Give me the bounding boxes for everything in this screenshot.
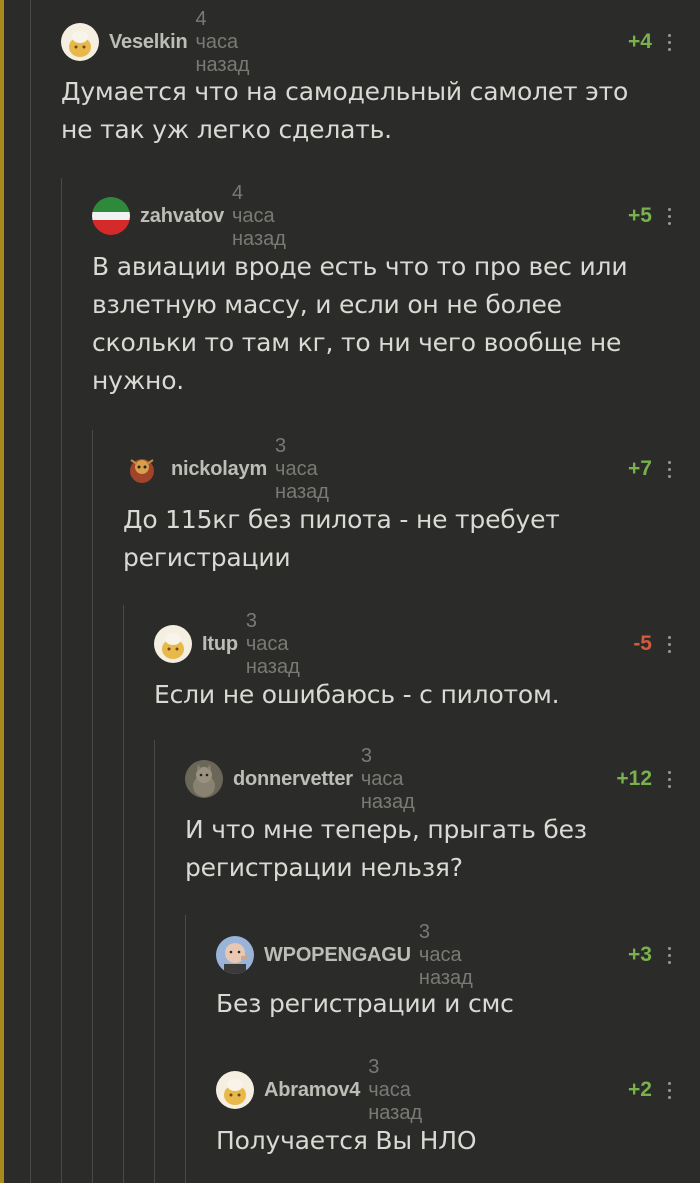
thread-line-2[interactable] bbox=[61, 178, 62, 1183]
comment-time[interactable]: 3 часа назад bbox=[419, 921, 473, 990]
comment-header: zahvatov 4 часа назад bbox=[92, 182, 286, 250]
comment-text: Думается что на самодельный самолет это … bbox=[61, 77, 629, 144]
author-name[interactable]: donnervetter bbox=[233, 768, 353, 791]
thread-line-5[interactable] bbox=[154, 740, 155, 1183]
avatar[interactable] bbox=[185, 760, 223, 798]
avatar[interactable] bbox=[123, 450, 161, 488]
comment-rating: +3 bbox=[628, 943, 652, 966]
more-options-icon[interactable] bbox=[659, 32, 679, 53]
comment-header: WPOPENGAGU 3 часа назад bbox=[216, 921, 473, 989]
comment-time[interactable]: 4 часа назад bbox=[195, 8, 249, 77]
avatar[interactable] bbox=[61, 23, 99, 61]
comment-text: Если не ошибаюсь - с пилотом. bbox=[154, 680, 560, 709]
thread-line-1[interactable] bbox=[30, 0, 31, 1183]
more-options-icon[interactable] bbox=[659, 945, 679, 966]
comment-text: И что мне теперь, прыгать без регистраци… bbox=[185, 815, 587, 882]
comment-time[interactable]: 3 часа назад bbox=[275, 435, 329, 504]
comment-text: В авиации вроде есть что то про вес или … bbox=[92, 252, 628, 395]
comment-rating: +5 bbox=[628, 204, 652, 227]
author-name[interactable]: zahvatov bbox=[140, 205, 224, 228]
comment-text: Без регистрации и смс bbox=[216, 989, 514, 1018]
comment-time[interactable]: 3 часа назад bbox=[246, 610, 300, 679]
thread-highlight-bar bbox=[0, 0, 4, 1183]
comment-time[interactable]: 3 часа назад bbox=[368, 1056, 422, 1125]
comment-rating: +4 bbox=[628, 30, 652, 53]
comment-header: nickolaym 3 часа назад bbox=[123, 435, 329, 503]
comment-header: donnervetter 3 часа назад bbox=[185, 745, 415, 813]
comment-time[interactable]: 3 часа назад bbox=[361, 745, 415, 814]
author-name[interactable]: nickolaym bbox=[171, 458, 267, 481]
more-options-icon[interactable] bbox=[659, 206, 679, 227]
comment-rating: -5 bbox=[633, 632, 652, 655]
author-name[interactable]: Veselkin bbox=[109, 31, 188, 54]
avatar[interactable] bbox=[154, 625, 192, 663]
thread-line-6[interactable] bbox=[185, 915, 186, 1183]
author-name[interactable]: WPOPENGAGU bbox=[264, 944, 411, 967]
more-options-icon[interactable] bbox=[659, 634, 679, 655]
author-name[interactable]: Abramov4 bbox=[264, 1079, 360, 1102]
more-options-icon[interactable] bbox=[659, 769, 679, 790]
more-options-icon[interactable] bbox=[659, 1080, 679, 1101]
thread-line-3[interactable] bbox=[92, 430, 93, 1183]
avatar[interactable] bbox=[92, 197, 130, 235]
author-name[interactable]: Itup bbox=[202, 633, 238, 656]
comment-header: Abramov4 3 часа назад bbox=[216, 1056, 422, 1124]
thread-line-4[interactable] bbox=[123, 605, 124, 1183]
comment-time[interactable]: 4 часа назад bbox=[232, 182, 286, 251]
avatar[interactable] bbox=[216, 936, 254, 974]
avatar[interactable] bbox=[216, 1071, 254, 1109]
comment-header: Itup 3 часа назад bbox=[154, 610, 300, 678]
comment-text: До 115кг без пилота - не требует регистр… bbox=[123, 505, 560, 572]
more-options-icon[interactable] bbox=[659, 459, 679, 480]
comment-rating: +7 bbox=[628, 457, 652, 480]
comment-rating: +12 bbox=[616, 767, 652, 790]
comment-header: Veselkin 4 часа назад bbox=[61, 8, 249, 76]
comment-text: Получается Вы НЛО bbox=[216, 1126, 477, 1155]
comment-rating: +2 bbox=[628, 1078, 652, 1101]
